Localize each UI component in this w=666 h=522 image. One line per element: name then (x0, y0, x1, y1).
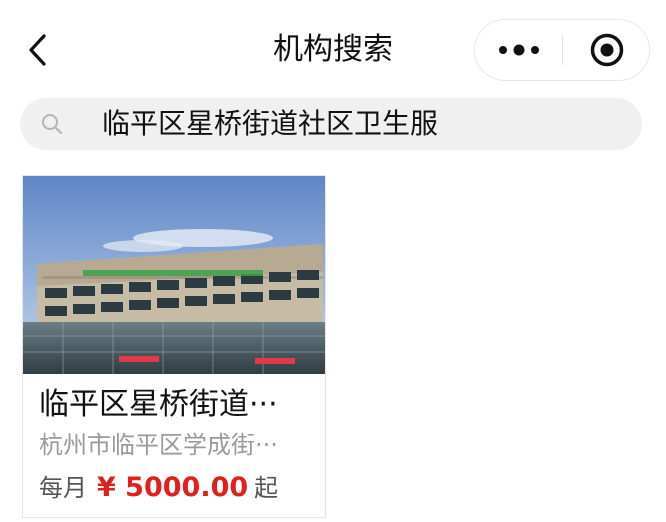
price-row: 每月 ¥ 5000.00 起 (39, 466, 278, 510)
institution-address: 杭州市临平区学成街··· (39, 431, 278, 459)
more-dots-icon (499, 44, 539, 56)
mini-program-capsule (474, 19, 650, 81)
institution-name: 临平区星桥街道··· (39, 387, 278, 422)
price-prefix: 每月 (39, 474, 87, 502)
price-suffix: 起 (254, 474, 279, 502)
top-navigation-bar: 机构搜索 (0, 0, 666, 100)
more-button[interactable] (475, 20, 563, 80)
search-bar[interactable]: 临平区星桥街道社区卫生服务中心 (20, 98, 642, 150)
search-input[interactable]: 临平区星桥街道社区卫生服务中心 (102, 98, 438, 150)
price-value: ¥ 5000.00 (97, 472, 249, 503)
target-circle-icon (590, 33, 624, 67)
institution-card[interactable]: 临平区星桥街道··· 杭州市临平区学成街··· 每月 ¥ 5000.00 起 (22, 175, 326, 518)
institution-photo (23, 176, 325, 374)
search-icon (42, 114, 62, 134)
close-mini-program-button[interactable] (563, 20, 651, 80)
